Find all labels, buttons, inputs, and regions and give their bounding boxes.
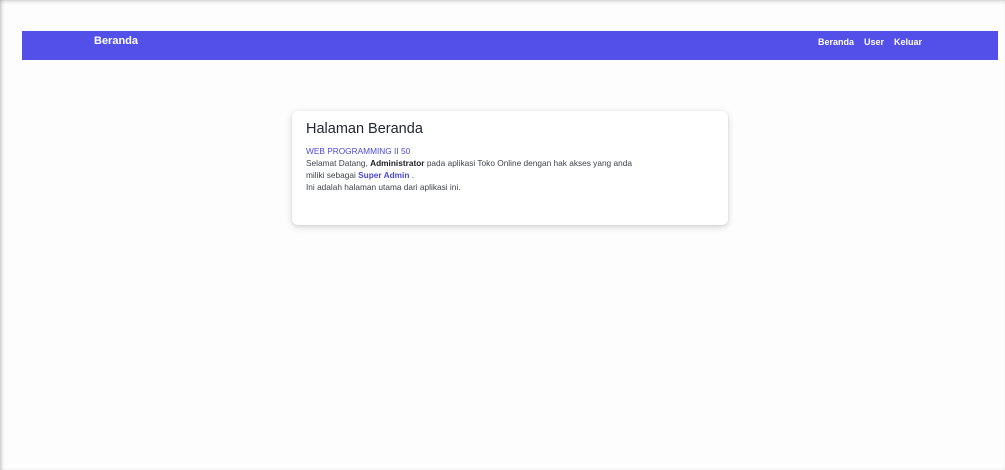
- page-title: Halaman Beranda: [306, 121, 423, 137]
- nav-link-keluar[interactable]: Keluar: [894, 37, 922, 47]
- app-window: Beranda Beranda User Keluar Halaman Bera…: [0, 0, 1005, 470]
- nav-link-user[interactable]: User: [864, 37, 884, 47]
- page-description: Ini adalah halaman utama dari aplikasi i…: [306, 182, 461, 192]
- top-navbar: Beranda Beranda User Keluar: [22, 31, 998, 60]
- navbar-brand[interactable]: Beranda: [94, 35, 138, 47]
- greeting-line2-suffix: .: [409, 170, 415, 180]
- card-subtitle: WEB PROGRAMMING II 50: [306, 146, 411, 156]
- greeting-mid: pada aplikasi Toko Online dengan hak aks…: [424, 158, 632, 168]
- user-name: Administrator: [370, 158, 425, 168]
- greeting-prefix: Selamat Datang,: [306, 158, 371, 168]
- user-role: Super Admin: [358, 170, 410, 180]
- welcome-card: Halaman Beranda WEB PROGRAMMING II 50 Se…: [292, 111, 728, 225]
- navbar-links: Beranda User Keluar: [818, 37, 922, 47]
- welcome-message: Selamat Datang, Administrator pada aplik…: [306, 157, 714, 193]
- nav-link-beranda[interactable]: Beranda: [818, 37, 854, 47]
- greeting-line2-prefix: miliki sebagai: [306, 170, 359, 180]
